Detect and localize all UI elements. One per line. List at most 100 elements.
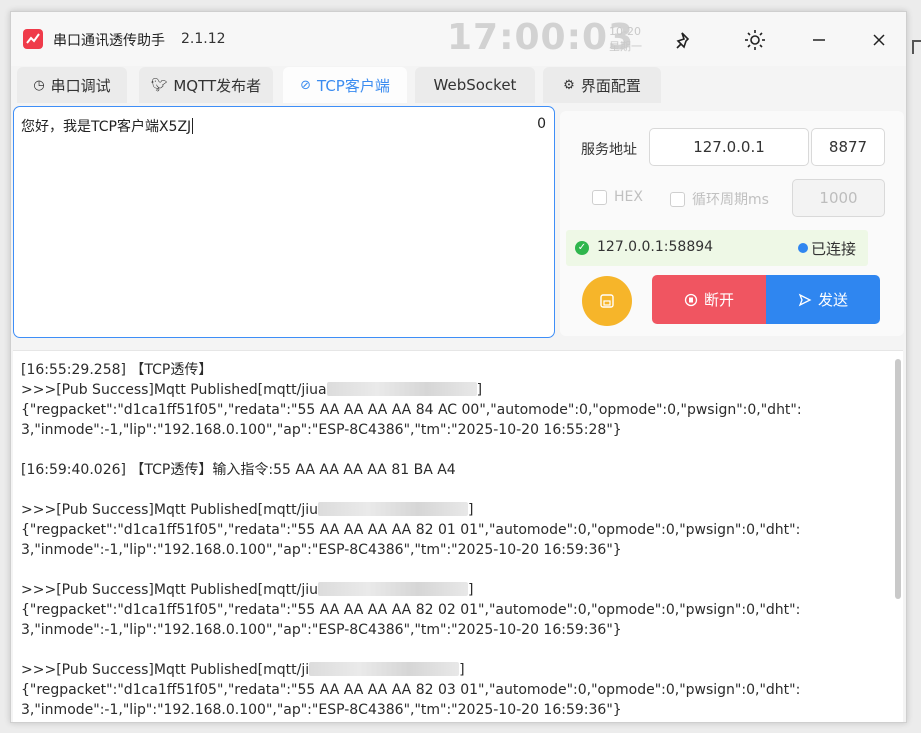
send-button[interactable]: 发送 <box>766 275 880 324</box>
tab-label: 串口调试 <box>50 76 111 95</box>
stop-circle-icon <box>684 293 698 306</box>
log-text: ] <box>459 662 465 678</box>
minimize-icon <box>813 39 825 41</box>
gear-icon: ⚙ <box>563 77 575 93</box>
log-line: >>>[Pub Success]Mqtt Published[mqtt/jiua… <box>21 380 883 400</box>
log-text: {"regpacket":"d1ca1ff51f05","redata":"55… <box>21 522 801 538</box>
date-display: 10-20 星期一 <box>609 24 642 54</box>
log-line: >>>[Pub Success]Mqtt Published[mqtt/ji] <box>21 660 883 680</box>
log-line: {"regpacket":"d1ca1ff51f05","redata":"55… <box>21 600 883 620</box>
pin-icon <box>676 32 690 49</box>
log-text: {"regpacket":"d1ca1ff51f05","redata":"55… <box>21 682 801 698</box>
host-input[interactable]: 127.0.0.1 <box>649 128 809 166</box>
local-address: 127.0.0.1:58894 <box>597 239 714 255</box>
char-count: 0 <box>537 116 546 132</box>
connection-panel: 服务地址 127.0.0.1 8877 HEX 循环周期ms 1000 ✓ 12… <box>560 111 904 336</box>
background-window-edge <box>912 40 921 54</box>
tab-mqtt[interactable]: 🐦︎ MQTT发布者 <box>139 67 273 103</box>
editor-text: 您好，我是TCP客户端X5ZJ <box>21 119 192 135</box>
log-text: {"regpacket":"d1ca1ff51f05","redata":"55… <box>21 402 802 418</box>
clock-icon: ◷ <box>33 77 45 93</box>
log-scrollbar[interactable] <box>895 359 901 599</box>
close-button[interactable] <box>859 23 899 57</box>
log-text: >>>[Pub Success]Mqtt Published[mqtt/ji <box>21 662 310 678</box>
loop-label: 循环周期ms <box>692 192 769 208</box>
tab-serial[interactable]: ◷ 串口调试 <box>17 67 127 103</box>
date: 10-20 <box>609 25 641 38</box>
text-caret <box>192 118 194 134</box>
checkbox-box <box>592 189 607 205</box>
connection-state: 已连接 <box>811 240 857 258</box>
tab-label: WebSocket <box>433 76 517 94</box>
log-text: 3,"inmode":-1,"lip":"192.168.0.100","ap"… <box>21 702 622 718</box>
log-text: [16:59:40.026] 【TCP透传】输入指令:55 AA AA AA A… <box>21 462 456 478</box>
redacted-area <box>309 662 460 676</box>
link-icon: ⊘ <box>300 77 312 93</box>
log-line: {"regpacket":"d1ca1ff51f05","redata":"55… <box>21 520 883 540</box>
log-line: >>>[Pub Success]Mqtt Published[mqtt/jiu] <box>21 580 883 600</box>
tab-ui-config[interactable]: ⚙ 界面配置 <box>543 67 661 103</box>
server-address-label: 服务地址 <box>581 142 637 158</box>
status-dot-icon <box>798 243 808 253</box>
connection-status: ✓ 127.0.0.1:58894 已连接 <box>566 230 868 266</box>
redacted-area <box>326 382 477 396</box>
log-output[interactable]: [16:55:29.258] 【TCP透传】 >>>[Pub Success]Mq… <box>13 350 903 722</box>
log-text: ] <box>468 502 474 518</box>
theme-toggle-button[interactable] <box>735 23 775 57</box>
send-label: 发送 <box>817 291 848 309</box>
redacted-area <box>318 502 469 516</box>
clock: 17:00:03 <box>447 17 635 58</box>
message-editor[interactable]: 您好，我是TCP客户端X5ZJ 0 <box>13 106 555 338</box>
log-line: [16:55:29.258] 【TCP透传】 <box>21 360 883 380</box>
loop-interval-input[interactable]: 1000 <box>792 179 885 217</box>
close-icon <box>873 34 885 46</box>
log-lines: [16:55:29.258] 【TCP透传】 >>>[Pub Success]Mq… <box>21 360 883 720</box>
log-text: 3,"inmode":-1,"lip":"192.168.0.100","ap"… <box>21 622 622 638</box>
tab-label: MQTT发布者 <box>173 76 262 95</box>
log-text: >>>[Pub Success]Mqtt Published[mqtt/jiu <box>21 582 319 598</box>
hex-label: HEX <box>614 189 643 205</box>
log-line: {"regpacket":"d1ca1ff51f05","redata":"55… <box>21 680 883 700</box>
log-text: [16:55:29.258] 【TCP透传】 <box>21 362 213 378</box>
log-line: 3,"inmode":-1,"lip":"192.168.0.100","ap"… <box>21 620 883 640</box>
log-text: ] <box>468 582 474 598</box>
tab-label: 界面配置 <box>580 76 641 95</box>
tab-websocket[interactable]: WebSocket <box>415 67 535 103</box>
twitter-bird-icon: 🐦︎ <box>150 77 168 93</box>
log-text: 3,"inmode":-1,"lip":"192.168.0.100","ap"… <box>21 542 622 558</box>
disconnect-label: 断开 <box>703 291 734 309</box>
weekday: 星期一 <box>609 40 642 53</box>
log-line: [16:59:40.026] 【TCP透传】输入指令:55 AA AA AA A… <box>21 460 883 480</box>
chart-logo-icon <box>23 29 43 49</box>
log-line: 3,"inmode":-1,"lip":"192.168.0.100","ap"… <box>21 540 883 560</box>
send-icon <box>798 293 812 306</box>
hex-checkbox[interactable]: HEX <box>592 189 643 205</box>
save-button[interactable] <box>582 276 632 326</box>
save-icon <box>600 294 614 308</box>
title-bar[interactable]: 串口通讯透传助手 2.1.12 17:00:03 10-20 星期一 <box>11 12 906 66</box>
log-line: >>>[Pub Success]Mqtt Published[mqtt/jiu] <box>21 500 883 520</box>
pin-button[interactable] <box>665 23 705 57</box>
app-title: 串口通讯透传助手 <box>53 33 165 49</box>
redacted-area <box>318 582 469 596</box>
log-text: >>>[Pub Success]Mqtt Published[mqtt/jiu <box>21 502 319 518</box>
loop-checkbox[interactable]: 循环周期ms <box>670 189 769 209</box>
log-line: 3,"inmode":-1,"lip":"192.168.0.100","ap"… <box>21 700 883 720</box>
disconnect-button[interactable]: 断开 <box>652 275 766 324</box>
tab-tcp-client[interactable]: ⊘ TCP客户端 <box>283 67 407 103</box>
log-line: 3,"inmode":-1,"lip":"192.168.0.100","ap"… <box>21 420 883 440</box>
log-text: ] <box>476 382 483 398</box>
editor-content: 您好，我是TCP客户端X5ZJ <box>21 116 194 136</box>
tab-label: TCP客户端 <box>317 76 390 95</box>
log-text: 3,"inmode":-1,"lip":"192.168.0.100","ap"… <box>21 422 622 438</box>
log-line: {"regpacket":"d1ca1ff51f05","redata":"55… <box>21 400 883 420</box>
port-input[interactable]: 8877 <box>811 128 885 166</box>
checkbox-box <box>670 191 685 207</box>
minimize-button[interactable] <box>799 23 839 57</box>
check-circle-icon: ✓ <box>575 241 589 255</box>
app-version: 2.1.12 <box>181 31 226 47</box>
